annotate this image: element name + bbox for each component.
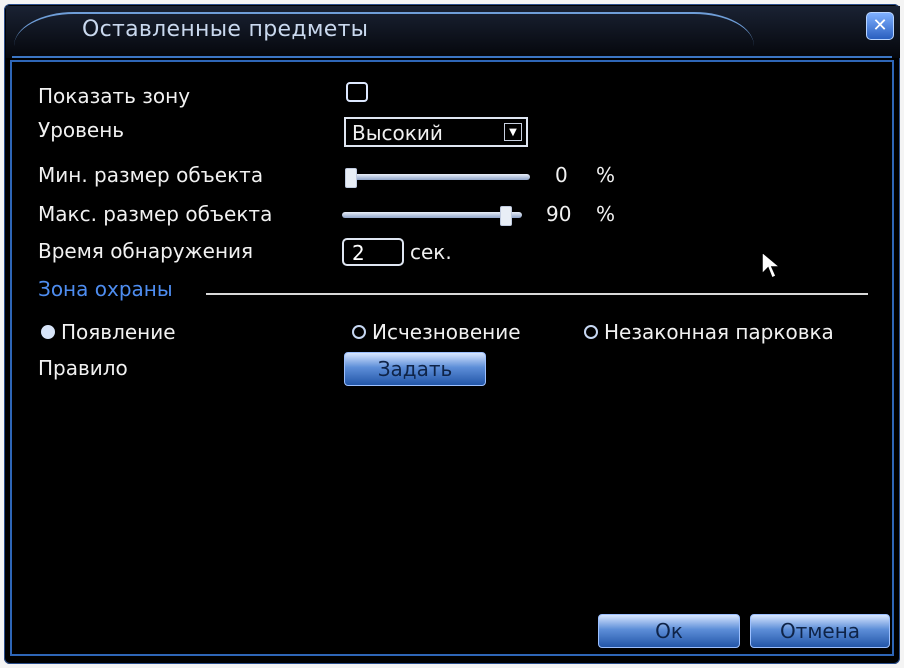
- illegal-parking-radio[interactable]: [584, 325, 598, 339]
- appear-label[interactable]: Появление: [61, 320, 176, 344]
- max-size-unit: %: [596, 202, 616, 226]
- level-select-value: Высокий: [352, 121, 443, 145]
- max-size-slider-thumb[interactable]: [500, 206, 512, 226]
- mouse-cursor-icon: [761, 250, 783, 280]
- min-size-slider-thumb[interactable]: [345, 168, 357, 188]
- detect-time-input[interactable]: 2: [342, 238, 404, 266]
- min-size-unit: %: [596, 163, 616, 187]
- disappear-radio[interactable]: [352, 325, 366, 339]
- max-size-label: Макс. размер объекта: [38, 202, 273, 226]
- cancel-button[interactable]: Отмена: [750, 614, 890, 648]
- detect-time-label: Время обнаружения: [38, 239, 254, 263]
- zone-section-divider: [206, 293, 868, 295]
- min-size-label: Мин. размер объекта: [38, 163, 264, 187]
- level-select[interactable]: Высокий ▼: [344, 117, 528, 147]
- rule-label: Правило: [38, 356, 128, 380]
- max-size-value: 90: [546, 202, 572, 226]
- set-rule-button[interactable]: Задать: [344, 352, 486, 386]
- close-icon[interactable]: ✕: [866, 12, 894, 40]
- illegal-parking-label[interactable]: Незаконная парковка: [604, 320, 834, 344]
- ok-button[interactable]: Ок: [598, 614, 740, 648]
- chevron-down-icon[interactable]: ▼: [504, 123, 522, 141]
- appear-radio[interactable]: [41, 325, 55, 339]
- detect-time-unit: сек.: [410, 240, 452, 264]
- max-size-slider[interactable]: [342, 212, 522, 218]
- detect-time-value: 2: [352, 241, 365, 265]
- title-divider: [12, 56, 892, 58]
- min-size-value: 0: [555, 163, 568, 187]
- disappear-label[interactable]: Исчезновение: [372, 320, 521, 344]
- min-size-slider[interactable]: [350, 174, 530, 180]
- show-zone-label: Показать зону: [38, 84, 191, 108]
- zone-section-title: Зона охраны: [38, 277, 173, 301]
- show-zone-checkbox[interactable]: [346, 82, 368, 102]
- dialog-title: Оставленные предметы: [82, 17, 369, 42]
- level-label: Уровень: [38, 118, 125, 142]
